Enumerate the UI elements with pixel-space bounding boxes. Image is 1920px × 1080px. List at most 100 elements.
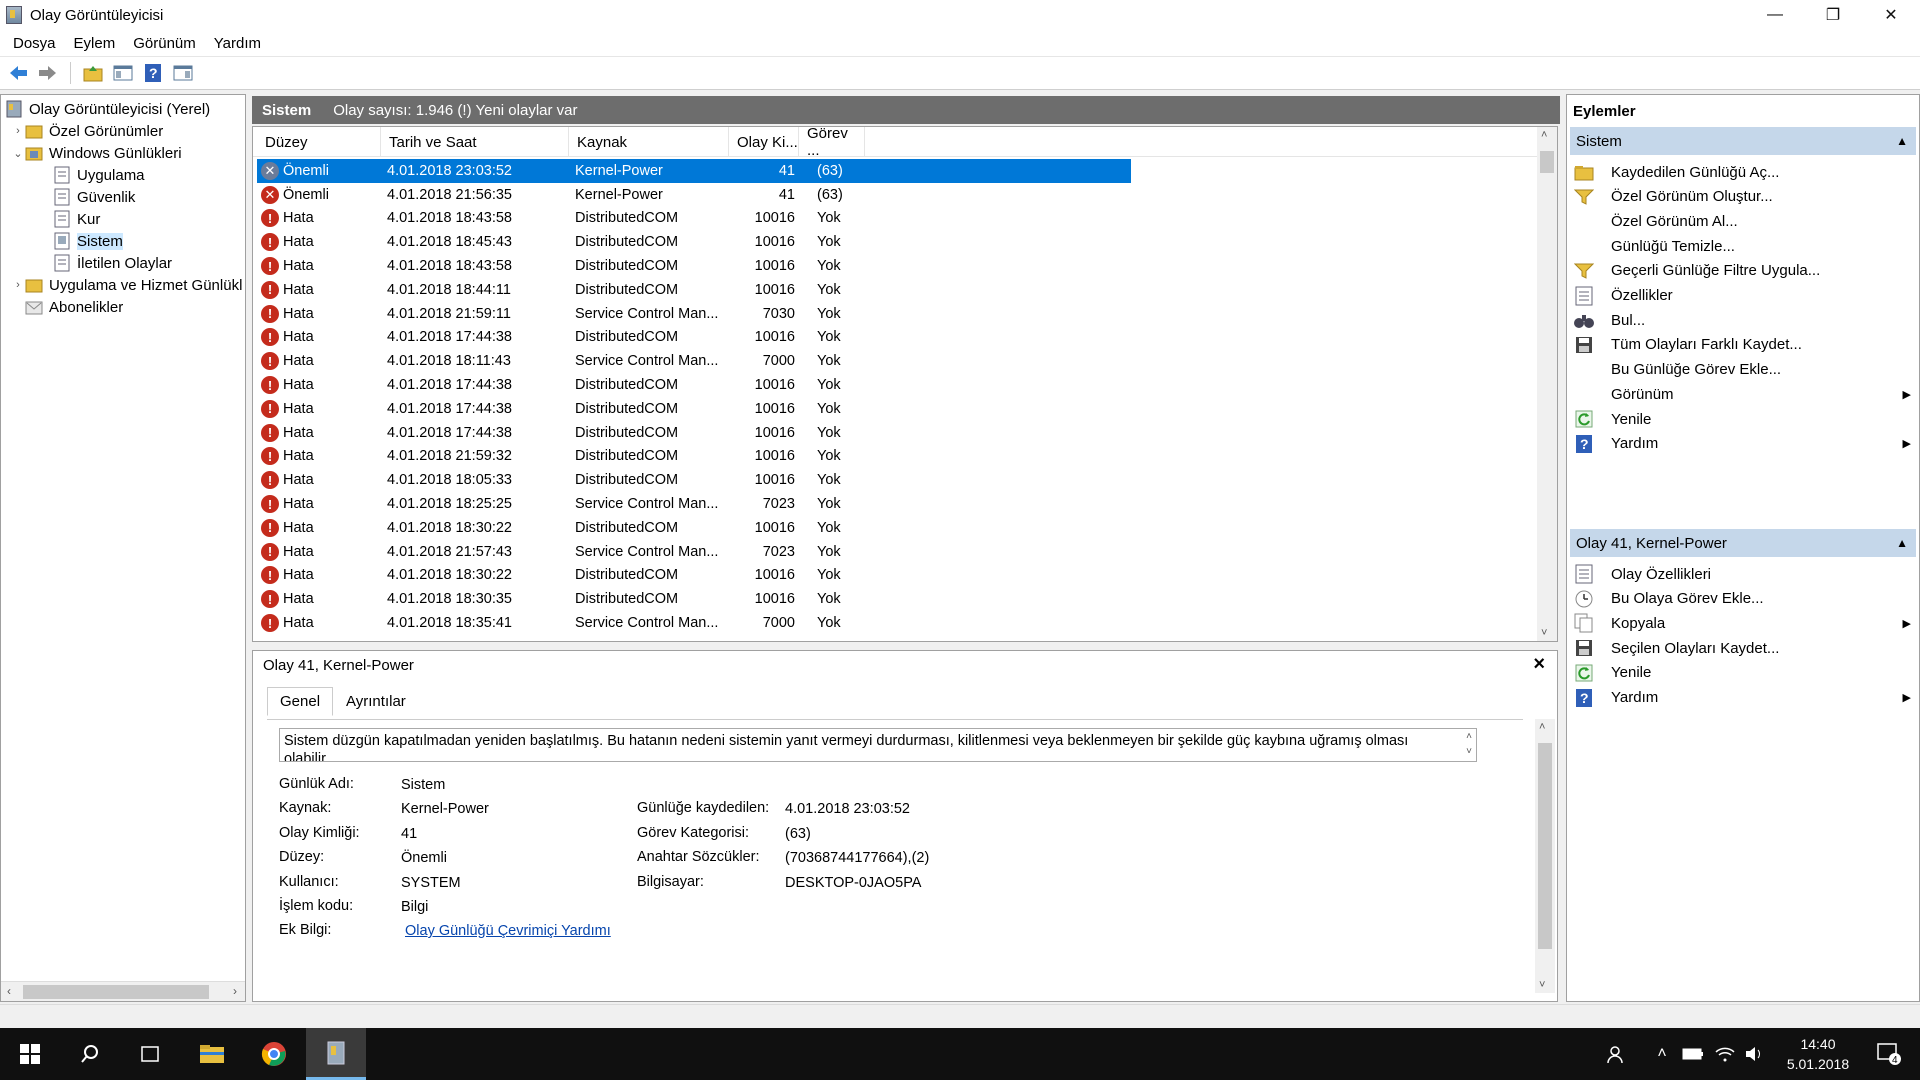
tree-subscriptions[interactable]: Abonelikler — [25, 296, 123, 318]
table-row[interactable]: ! Hata 4.01.2018 17:44:38 DistributedCOM 100… — [257, 421, 1131, 445]
event-viewer-taskbar-icon[interactable] — [306, 1028, 366, 1080]
scroll-left-icon[interactable]: ‹ — [7, 984, 11, 998]
file-explorer-icon[interactable] — [182, 1028, 242, 1080]
toolbar-separator — [70, 62, 71, 84]
table-row[interactable]: ! Hata 4.01.2018 18:43:58 DistributedCOM 100… — [257, 207, 1131, 231]
task-view-icon[interactable] — [120, 1028, 180, 1080]
chrome-icon[interactable] — [244, 1028, 304, 1080]
label-task-category: Görev Kategorisi: — [637, 825, 750, 841]
table-row[interactable]: ! Hata 4.01.2018 17:44:38 DistributedCOM 100… — [257, 326, 1131, 350]
actions-section-event[interactable]: Olay 41, Kernel-Power ▲ — [1570, 529, 1916, 557]
table-row[interactable]: ! Hata 4.01.2018 18:11:43 Service Control M… — [257, 349, 1131, 373]
people-icon[interactable] — [1602, 1028, 1632, 1080]
chevron-up-icon[interactable]: ˄ — [1650, 1028, 1674, 1080]
close-icon[interactable]: × — [1533, 653, 1545, 676]
open-folder-icon — [1573, 161, 1595, 183]
menu-action[interactable]: Eylem — [65, 35, 125, 52]
table-row[interactable]: ! Hata 4.01.2018 21:59:11 Service Control M… — [257, 302, 1131, 326]
action-item[interactable]: ? Yardım ▶ — [1573, 684, 1913, 712]
list-vertical-scrollbar[interactable]: ˄ ˅ — [1537, 127, 1557, 641]
tree-log-forwarded[interactable]: İletilen Olaylar — [53, 252, 172, 274]
table-row[interactable]: ! Hata 4.01.2018 18:25:25 Service Control M… — [257, 492, 1131, 516]
online-help-link[interactable]: Olay Günlüğü Çevrimiçi Yardımı — [405, 923, 611, 939]
table-row[interactable]: ! Hata 4.01.2018 18:45:43 DistributedCOM 100… — [257, 230, 1131, 254]
maximize-button[interactable]: ❐ — [1804, 0, 1862, 30]
search-icon[interactable] — [60, 1028, 120, 1080]
error-icon: ! — [261, 328, 279, 347]
column-header-source[interactable]: Kaynak — [569, 127, 729, 157]
tab-general[interactable]: Genel — [267, 687, 334, 716]
table-row[interactable]: ! Hata 4.01.2018 18:30:22 DistributedCOM 100… — [257, 516, 1131, 540]
table-row[interactable]: ! Hata 4.01.2018 21:57:43 Service Control M… — [257, 540, 1131, 564]
scroll-down-icon[interactable]: ˅ — [1541, 627, 1547, 639]
chevron-down-icon[interactable]: ⌄ — [11, 147, 25, 160]
description-box[interactable]: Sistem düzgün kapatılmadan yeniden başla… — [279, 728, 1477, 762]
table-row[interactable]: ! Hata 4.01.2018 17:44:38 DistributedCOM 100… — [257, 373, 1131, 397]
tree-log-security[interactable]: Güvenlik — [53, 186, 135, 208]
tree-log-setup[interactable]: Kur — [53, 208, 100, 230]
help-icon[interactable]: ? — [141, 61, 165, 85]
scrollbar-thumb[interactable] — [1540, 151, 1554, 173]
actions-section-system[interactable]: Sistem ▲ — [1570, 127, 1916, 155]
table-row[interactable]: ✕ Önemli 4.01.2018 21:56:35 Kernel-Power 41 (… — [257, 183, 1131, 207]
chevron-right-icon[interactable]: › — [11, 279, 25, 291]
table-row[interactable]: ! Hata 4.01.2018 18:43:58 DistributedCOM 100… — [257, 254, 1131, 278]
volume-icon[interactable] — [1742, 1028, 1768, 1080]
cell-date: 4.01.2018 18:35:41 — [387, 615, 512, 632]
description-scroll[interactable]: ˄ ˅ — [1466, 729, 1472, 759]
column-header-date[interactable]: Tarih ve Saat — [381, 127, 569, 157]
scroll-down-icon[interactable]: ˅ — [1539, 979, 1545, 991]
back-arrow-icon[interactable] — [6, 61, 30, 85]
show-hide-actions-icon[interactable] — [171, 61, 195, 85]
table-row[interactable]: ! Hata 4.01.2018 18:05:33 DistributedCOM 100… — [257, 468, 1131, 492]
table-row[interactable]: ! Hata 4.01.2018 18:44:11 DistributedCOM 100… — [257, 278, 1131, 302]
folder-up-icon[interactable] — [81, 61, 105, 85]
menu-file[interactable]: Dosya — [4, 35, 65, 52]
collapse-icon[interactable]: ▲ — [1896, 134, 1908, 148]
scroll-up-icon[interactable]: ˄ — [1539, 721, 1545, 733]
column-header-event-id[interactable]: Olay Ki... — [729, 127, 799, 157]
column-header-task[interactable]: Görev ... — [799, 127, 865, 159]
value-log-name: Sistem — [401, 777, 446, 793]
scroll-up-icon[interactable]: ˄ — [1541, 129, 1547, 141]
tree-custom-views[interactable]: › Özel Görünümler — [11, 120, 163, 142]
scrollbar-thumb[interactable] — [1538, 743, 1552, 949]
cell-source: DistributedCOM — [575, 448, 679, 465]
filter-icon — [1573, 186, 1595, 208]
tree-root[interactable]: Olay Görüntüleyicisi (Yerel) — [5, 98, 210, 120]
label-user: Kullanıcı: — [279, 874, 339, 890]
scrollbar-thumb[interactable] — [23, 985, 209, 999]
menu-help[interactable]: Yardım — [205, 35, 270, 52]
tree-horizontal-scrollbar[interactable]: ‹ › — [1, 981, 245, 1001]
action-item[interactable]: ? Yardım ▶ — [1573, 430, 1913, 458]
tree-log-system[interactable]: Sistem — [53, 230, 123, 252]
table-row[interactable]: ✕ Önemli 4.01.2018 23:03:52 Kernel-Power 41 (… — [257, 159, 1131, 183]
collapse-icon[interactable]: ▲ — [1896, 536, 1908, 550]
battery-icon[interactable] — [1680, 1028, 1706, 1080]
cell-task: Yok — [817, 258, 841, 275]
tree-windows-logs[interactable]: ⌄ Windows Günlükleri — [11, 142, 181, 164]
table-row[interactable]: ! Hata 4.01.2018 18:35:41 Service Control M… — [257, 611, 1131, 635]
label-source: Kaynak: — [279, 800, 332, 816]
scroll-right-icon[interactable]: › — [233, 984, 237, 998]
minimize-button[interactable]: — — [1746, 0, 1804, 30]
show-hide-tree-icon[interactable] — [111, 61, 135, 85]
table-row[interactable]: ! Hata 4.01.2018 21:59:32 DistributedCOM 100… — [257, 445, 1131, 469]
column-header-level[interactable]: Düzey — [257, 127, 381, 157]
tree-log-application[interactable]: Uygulama — [53, 164, 145, 186]
tree-app-service-logs[interactable]: › Uygulama ve Hizmet Günlükl — [11, 274, 242, 296]
tab-details[interactable]: Ayrıntılar — [333, 687, 419, 716]
clock[interactable]: 14:40 5.01.2018 — [1778, 1034, 1858, 1074]
table-row[interactable]: ! Hata 4.01.2018 17:44:38 DistributedCOM 100… — [257, 397, 1131, 421]
close-button[interactable]: ✕ — [1862, 0, 1920, 30]
notification-icon[interactable]: 4 — [1866, 1028, 1912, 1080]
forward-arrow-icon[interactable] — [36, 61, 60, 85]
chevron-right-icon[interactable]: › — [11, 125, 25, 137]
cell-event-id: 10016 — [754, 377, 795, 394]
table-row[interactable]: ! Hata 4.01.2018 18:30:22 DistributedCOM 100… — [257, 564, 1131, 588]
menu-view[interactable]: Görünüm — [124, 35, 205, 52]
table-row[interactable]: ! Hata 4.01.2018 18:30:35 DistributedCOM 100… — [257, 587, 1131, 611]
start-button[interactable] — [0, 1028, 60, 1080]
wifi-icon[interactable] — [1712, 1028, 1738, 1080]
detail-vertical-scrollbar[interactable]: ˄ ˅ — [1535, 719, 1555, 993]
